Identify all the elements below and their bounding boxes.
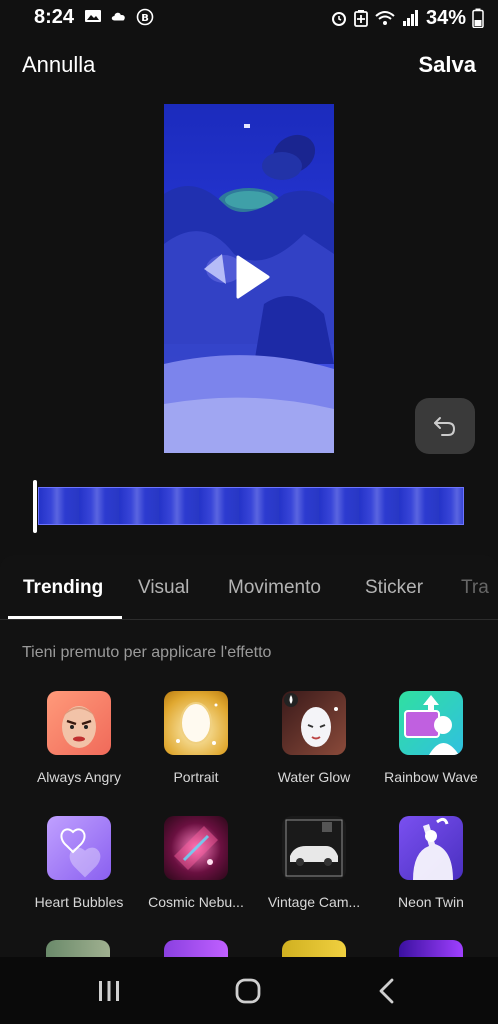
- timeline-strip[interactable]: [38, 487, 464, 525]
- effect-thumb-partial[interactable]: [399, 940, 463, 957]
- effect-always-angry[interactable]: Always Angry: [20, 691, 138, 785]
- alarm-icon: [331, 12, 346, 26]
- svg-text:B: B: [141, 13, 149, 24]
- status-right: 34%: [330, 6, 484, 30]
- timeline-playhead[interactable]: [33, 480, 37, 533]
- image-icon: [85, 10, 101, 22]
- undo-button[interactable]: [415, 398, 475, 454]
- effect-portrait[interactable]: Portrait: [137, 691, 255, 785]
- vintage-camera-icon: [282, 816, 346, 880]
- active-tab-indicator: [8, 616, 122, 619]
- effect-label: Heart Bubbles: [34, 894, 124, 910]
- angry-face-icon: [47, 691, 111, 755]
- portrait-icon: [164, 691, 228, 755]
- effect-label: Portrait: [173, 769, 219, 785]
- status-bar: 8:24 B 34%: [0, 0, 498, 36]
- cosmic-nebula-icon: [164, 816, 228, 880]
- tab-trending[interactable]: Trending: [23, 577, 103, 599]
- effect-rainbow-wave[interactable]: Rainbow Wave: [372, 691, 490, 785]
- battery-saver-icon: [354, 10, 368, 27]
- effect-cosmic-nebula[interactable]: Cosmic Nebu...: [137, 816, 255, 910]
- back-icon[interactable]: [376, 977, 398, 1005]
- play-icon[interactable]: [234, 255, 272, 299]
- effect-label: Cosmic Nebu...: [148, 894, 244, 910]
- system-nav-bar: [0, 957, 498, 1024]
- heart-bubbles-icon: [47, 816, 111, 880]
- tab-movimento[interactable]: Movimento: [228, 577, 321, 599]
- home-icon[interactable]: [234, 977, 262, 1005]
- effect-label: Always Angry: [36, 769, 122, 785]
- effect-label: Neon Twin: [398, 894, 464, 910]
- effect-thumb-partial[interactable]: [282, 940, 346, 957]
- rainbow-wave-icon: [399, 691, 463, 755]
- effect-label: Vintage Cam...: [267, 894, 361, 910]
- battery-icon: [472, 8, 484, 28]
- effects-tabs: Trending Visual Movimento Sticker Tra: [0, 555, 498, 620]
- effect-neon-twin[interactable]: Neon Twin: [372, 816, 490, 910]
- status-time: 8:24: [34, 6, 75, 28]
- undo-icon: [434, 417, 456, 436]
- effect-thumb-partial[interactable]: [164, 940, 228, 957]
- effect-vintage-camera[interactable]: Vintage Cam...: [255, 816, 373, 910]
- battery-percent: 34%: [425, 6, 466, 29]
- save-button[interactable]: Salva: [419, 52, 477, 78]
- wifi-icon: [375, 11, 395, 25]
- cancel-button[interactable]: Annulla: [22, 52, 95, 78]
- tab-visual[interactable]: Visual: [138, 577, 189, 599]
- tab-transition[interactable]: Tra: [461, 577, 498, 599]
- effect-label: Water Glow: [277, 769, 351, 785]
- cloud-icon: [111, 12, 125, 21]
- b-circle-icon: B: [136, 8, 154, 26]
- effect-thumb-partial[interactable]: [46, 940, 110, 957]
- water-glow-icon: [282, 691, 346, 755]
- neon-twin-icon: [399, 816, 463, 880]
- effect-water-glow[interactable]: Water Glow: [255, 691, 373, 785]
- effect-label: Rainbow Wave: [384, 769, 478, 785]
- effect-heart-bubbles[interactable]: Heart Bubbles: [20, 816, 138, 910]
- effects-hint: Tieni premuto per applicare l'effetto: [22, 644, 272, 661]
- recent-apps-icon[interactable]: [96, 979, 122, 1003]
- tab-sticker[interactable]: Sticker: [365, 577, 423, 599]
- signal-icon: [402, 10, 418, 26]
